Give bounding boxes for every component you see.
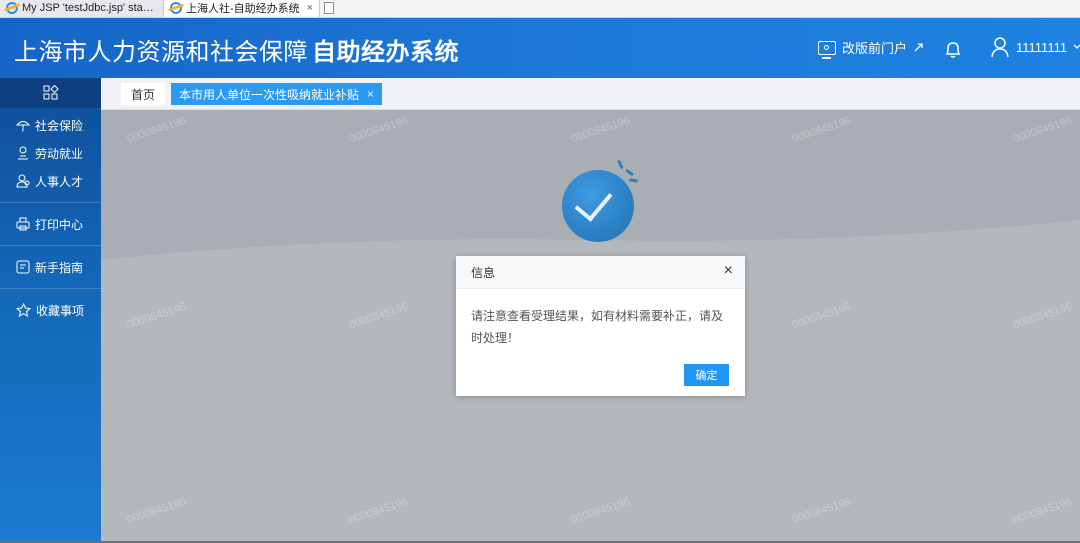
worker-icon [18,146,28,160]
app-header: 上海市人力资源和社会保障 自助经办系统 改版前门户 11111111 [0,18,1080,78]
username: 11111111 [1016,39,1068,55]
tab-close-icon[interactable]: × [367,87,374,101]
chevron-down-icon [1073,44,1080,49]
browser-tab-title: 上海人社-自助经办系统 [186,3,300,15]
new-tab-button[interactable] [320,0,338,17]
sidebar-item-social-insurance[interactable]: 社会保险 [0,111,101,139]
ie-icon [170,2,182,14]
watermark: 0000845196 [347,495,410,527]
umbrella-icon [16,121,30,132]
dialog-title: 信息 [471,265,496,280]
tab-employment-subsidy[interactable]: 本市用人单位一次性吸纳就业补贴 × [171,83,383,105]
ie-icon [6,2,18,14]
sidebar-divider [0,202,101,203]
printer-icon [16,217,30,231]
star-icon [16,303,31,317]
watermark: 0000845196 [790,300,853,332]
new-page-icon [324,2,334,14]
sidebar-item-employment[interactable]: 劳动就业 [0,139,101,167]
system-title-main: 上海市人力资源和社会保障 [14,39,308,66]
watermark: 0000845196 [569,495,632,527]
browser-tab-selfservice[interactable]: 上海人社-自助经办系统 × [164,0,320,17]
sidebar-item-label: 社会保险 [35,118,84,133]
sidebar-item-personnel[interactable]: 人事人才 [0,167,101,195]
sidebar: 社会保险 劳动就业 人事人才 打印中心 新手指南 收藏事项 [0,78,101,543]
browser-tab-testjdbc[interactable]: My JSP 'testJdbc.jsp' startin... [0,0,164,17]
sidebar-item-beginner-guide[interactable]: 新手指南 [0,253,101,281]
guide-icon [16,260,30,274]
sidebar-item-label: 收藏事项 [36,303,85,318]
monitor-icon [818,40,836,59]
sidebar-item-favorites[interactable]: 收藏事项 [0,296,101,324]
dialog-message: 请注意查看受理结果，如有材料需要补正，请及时处理！ [471,309,724,345]
old-portal-label: 改版前门户 [842,41,908,56]
sidebar-item-print-center[interactable]: 打印中心 [0,210,101,238]
browser-tab-close-icon[interactable]: × [307,2,313,14]
watermark: 0000845196 [125,495,188,527]
tab-label: 本市用人单位一次性吸纳就业补贴 [179,87,360,102]
watermark: 0000845196 [347,300,410,332]
dialog-close-icon[interactable]: × [724,262,733,280]
sidebar-item-label: 打印中心 [35,217,84,232]
system-title-bold: 自助经办系统 [312,39,459,66]
sidebar-item-label: 新手指南 [35,260,84,275]
watermark: 0000845196 [790,495,853,527]
browser-tab-strip: My JSP 'testJdbc.jsp' startin... 上海人社-自助… [0,0,1080,18]
success-check-icon [562,170,634,242]
old-portal-link[interactable]: 改版前门户 [818,38,924,59]
confirm-button[interactable]: 确定 [684,364,729,386]
browser-tab-title: My JSP 'testJdbc.jsp' startin... [22,2,157,14]
app-grid-button[interactable] [0,78,101,108]
link-icon [914,43,923,52]
page-tabs-bar: 首页 本市用人单位一次性吸纳就业补贴 × [101,78,1080,110]
info-dialog: 信息 × 请注意查看受理结果，如有材料需要补正，请及时处理！ 确定 [456,256,745,396]
people-icon [16,174,30,188]
dialog-header: 信息 × [456,256,745,289]
watermark: 0000845196 [1011,495,1074,527]
sidebar-divider [0,288,101,289]
watermark: 0000845196 [1011,300,1074,332]
sidebar-item-label: 劳动就业 [35,146,84,161]
user-menu[interactable]: 11111111 [990,36,1080,58]
user-icon [991,37,1009,58]
sidebar-item-label: 人事人才 [35,174,84,189]
watermark: 0000845196 [125,300,188,332]
tab-home[interactable]: 首页 [121,83,166,105]
bell-icon[interactable] [942,38,964,60]
grid-icon [43,85,59,100]
system-title: 上海市人力资源和社会保障 自助经办系统 [14,32,459,67]
sidebar-divider [0,245,101,246]
